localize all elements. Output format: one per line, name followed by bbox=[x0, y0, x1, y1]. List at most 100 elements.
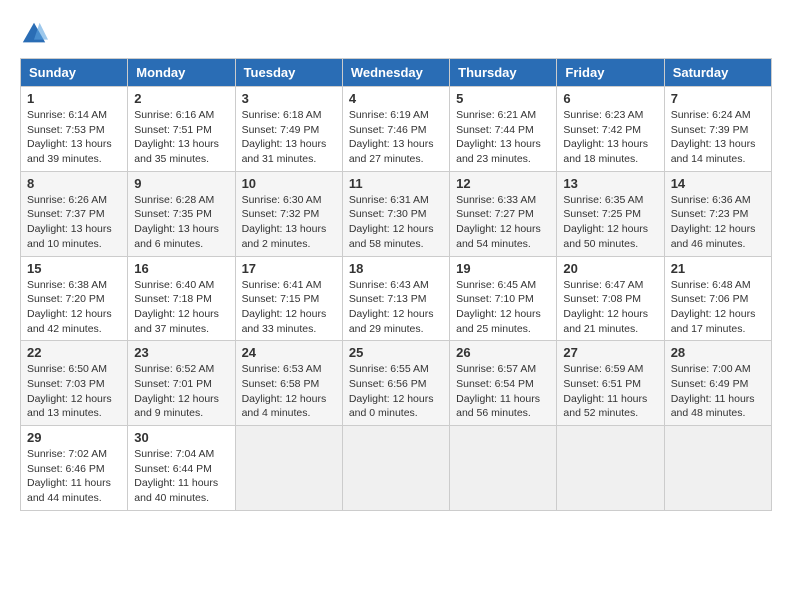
calendar-cell bbox=[342, 426, 449, 511]
column-header-thursday: Thursday bbox=[450, 59, 557, 87]
day-number: 29 bbox=[27, 430, 121, 445]
calendar-cell: 15 Sunrise: 6:38 AMSunset: 7:20 PMDayligh… bbox=[21, 256, 128, 341]
logo bbox=[20, 20, 52, 48]
day-number: 25 bbox=[349, 345, 443, 360]
day-number: 27 bbox=[563, 345, 657, 360]
calendar-cell: 9 Sunrise: 6:28 AMSunset: 7:35 PMDaylight… bbox=[128, 171, 235, 256]
day-info: Sunrise: 6:55 AMSunset: 6:56 PMDaylight:… bbox=[349, 362, 443, 421]
day-info: Sunrise: 6:18 AMSunset: 7:49 PMDaylight:… bbox=[242, 108, 336, 167]
day-info: Sunrise: 6:30 AMSunset: 7:32 PMDaylight:… bbox=[242, 193, 336, 252]
day-info: Sunrise: 7:00 AMSunset: 6:49 PMDaylight:… bbox=[671, 362, 765, 421]
calendar-week-2: 8 Sunrise: 6:26 AMSunset: 7:37 PMDaylight… bbox=[21, 171, 772, 256]
day-number: 26 bbox=[456, 345, 550, 360]
day-number: 2 bbox=[134, 91, 228, 106]
day-number: 21 bbox=[671, 261, 765, 276]
day-number: 22 bbox=[27, 345, 121, 360]
day-number: 24 bbox=[242, 345, 336, 360]
calendar-table: SundayMondayTuesdayWednesdayThursdayFrid… bbox=[20, 58, 772, 511]
day-number: 19 bbox=[456, 261, 550, 276]
calendar-cell: 21 Sunrise: 6:48 AMSunset: 7:06 PMDayligh… bbox=[664, 256, 771, 341]
calendar-cell: 7 Sunrise: 6:24 AMSunset: 7:39 PMDaylight… bbox=[664, 87, 771, 172]
day-info: Sunrise: 6:35 AMSunset: 7:25 PMDaylight:… bbox=[563, 193, 657, 252]
logo-icon bbox=[20, 20, 48, 48]
day-number: 28 bbox=[671, 345, 765, 360]
day-info: Sunrise: 6:33 AMSunset: 7:27 PMDaylight:… bbox=[456, 193, 550, 252]
day-info: Sunrise: 6:19 AMSunset: 7:46 PMDaylight:… bbox=[349, 108, 443, 167]
day-info: Sunrise: 6:26 AMSunset: 7:37 PMDaylight:… bbox=[27, 193, 121, 252]
day-info: Sunrise: 6:23 AMSunset: 7:42 PMDaylight:… bbox=[563, 108, 657, 167]
day-number: 13 bbox=[563, 176, 657, 191]
day-info: Sunrise: 6:47 AMSunset: 7:08 PMDaylight:… bbox=[563, 278, 657, 337]
day-info: Sunrise: 6:24 AMSunset: 7:39 PMDaylight:… bbox=[671, 108, 765, 167]
day-info: Sunrise: 6:59 AMSunset: 6:51 PMDaylight:… bbox=[563, 362, 657, 421]
column-header-tuesday: Tuesday bbox=[235, 59, 342, 87]
calendar-header-row: SundayMondayTuesdayWednesdayThursdayFrid… bbox=[21, 59, 772, 87]
column-header-sunday: Sunday bbox=[21, 59, 128, 87]
day-info: Sunrise: 6:41 AMSunset: 7:15 PMDaylight:… bbox=[242, 278, 336, 337]
day-number: 4 bbox=[349, 91, 443, 106]
day-info: Sunrise: 6:28 AMSunset: 7:35 PMDaylight:… bbox=[134, 193, 228, 252]
day-info: Sunrise: 7:02 AMSunset: 6:46 PMDaylight:… bbox=[27, 447, 121, 506]
column-header-friday: Friday bbox=[557, 59, 664, 87]
calendar-cell bbox=[664, 426, 771, 511]
day-info: Sunrise: 6:43 AMSunset: 7:13 PMDaylight:… bbox=[349, 278, 443, 337]
calendar-week-4: 22 Sunrise: 6:50 AMSunset: 7:03 PMDayligh… bbox=[21, 341, 772, 426]
calendar-cell bbox=[235, 426, 342, 511]
calendar-cell: 3 Sunrise: 6:18 AMSunset: 7:49 PMDaylight… bbox=[235, 87, 342, 172]
day-number: 14 bbox=[671, 176, 765, 191]
day-info: Sunrise: 6:36 AMSunset: 7:23 PMDaylight:… bbox=[671, 193, 765, 252]
day-number: 23 bbox=[134, 345, 228, 360]
day-number: 6 bbox=[563, 91, 657, 106]
calendar-cell bbox=[557, 426, 664, 511]
calendar-cell: 5Sunrise: 6:21 AMSunset: 7:44 PMDaylight… bbox=[450, 87, 557, 172]
day-number: 1 bbox=[27, 91, 121, 106]
calendar-week-3: 15 Sunrise: 6:38 AMSunset: 7:20 PMDayligh… bbox=[21, 256, 772, 341]
calendar-cell: 30Sunrise: 7:04 AMSunset: 6:44 PMDayligh… bbox=[128, 426, 235, 511]
page-header bbox=[20, 20, 772, 48]
calendar-cell: 1 Sunrise: 6:14 AMSunset: 7:53 PMDaylight… bbox=[21, 87, 128, 172]
day-number: 8 bbox=[27, 176, 121, 191]
calendar-cell: 17 Sunrise: 6:41 AMSunset: 7:15 PMDayligh… bbox=[235, 256, 342, 341]
calendar-week-5: 29 Sunrise: 7:02 AMSunset: 6:46 PMDayligh… bbox=[21, 426, 772, 511]
day-number: 17 bbox=[242, 261, 336, 276]
calendar-cell: 22 Sunrise: 6:50 AMSunset: 7:03 PMDayligh… bbox=[21, 341, 128, 426]
calendar-cell: 25 Sunrise: 6:55 AMSunset: 6:56 PMDayligh… bbox=[342, 341, 449, 426]
calendar-cell: 29 Sunrise: 7:02 AMSunset: 6:46 PMDayligh… bbox=[21, 426, 128, 511]
calendar-cell: 18Sunrise: 6:43 AMSunset: 7:13 PMDayligh… bbox=[342, 256, 449, 341]
day-number: 16 bbox=[134, 261, 228, 276]
day-info: Sunrise: 6:48 AMSunset: 7:06 PMDaylight:… bbox=[671, 278, 765, 337]
calendar-week-1: 1 Sunrise: 6:14 AMSunset: 7:53 PMDaylight… bbox=[21, 87, 772, 172]
day-info: Sunrise: 6:38 AMSunset: 7:20 PMDaylight:… bbox=[27, 278, 121, 337]
day-number: 11 bbox=[349, 176, 443, 191]
day-info: Sunrise: 6:52 AMSunset: 7:01 PMDaylight:… bbox=[134, 362, 228, 421]
day-number: 7 bbox=[671, 91, 765, 106]
day-info: Sunrise: 6:31 AMSunset: 7:30 PMDaylight:… bbox=[349, 193, 443, 252]
day-info: Sunrise: 7:04 AMSunset: 6:44 PMDaylight:… bbox=[134, 447, 228, 506]
calendar-cell bbox=[450, 426, 557, 511]
calendar-cell: 13 Sunrise: 6:35 AMSunset: 7:25 PMDayligh… bbox=[557, 171, 664, 256]
day-number: 15 bbox=[27, 261, 121, 276]
day-info: Sunrise: 6:40 AMSunset: 7:18 PMDaylight:… bbox=[134, 278, 228, 337]
day-number: 10 bbox=[242, 176, 336, 191]
day-info: Sunrise: 6:57 AMSunset: 6:54 PMDaylight:… bbox=[456, 362, 550, 421]
calendar-cell: 6 Sunrise: 6:23 AMSunset: 7:42 PMDaylight… bbox=[557, 87, 664, 172]
calendar-cell: 4 Sunrise: 6:19 AMSunset: 7:46 PMDaylight… bbox=[342, 87, 449, 172]
calendar-cell: 24 Sunrise: 6:53 AMSunset: 6:58 PMDayligh… bbox=[235, 341, 342, 426]
day-number: 20 bbox=[563, 261, 657, 276]
day-info: Sunrise: 6:53 AMSunset: 6:58 PMDaylight:… bbox=[242, 362, 336, 421]
day-number: 12 bbox=[456, 176, 550, 191]
calendar-cell: 16 Sunrise: 6:40 AMSunset: 7:18 PMDayligh… bbox=[128, 256, 235, 341]
day-info: Sunrise: 6:50 AMSunset: 7:03 PMDaylight:… bbox=[27, 362, 121, 421]
column-header-monday: Monday bbox=[128, 59, 235, 87]
day-info: Sunrise: 6:21 AMSunset: 7:44 PMDaylight:… bbox=[456, 108, 550, 167]
day-number: 3 bbox=[242, 91, 336, 106]
calendar-cell: 10 Sunrise: 6:30 AMSunset: 7:32 PMDayligh… bbox=[235, 171, 342, 256]
calendar-cell: 20 Sunrise: 6:47 AMSunset: 7:08 PMDayligh… bbox=[557, 256, 664, 341]
calendar-cell: 23 Sunrise: 6:52 AMSunset: 7:01 PMDayligh… bbox=[128, 341, 235, 426]
day-info: Sunrise: 6:45 AMSunset: 7:10 PMDaylight:… bbox=[456, 278, 550, 337]
day-info: Sunrise: 6:14 AMSunset: 7:53 PMDaylight:… bbox=[27, 108, 121, 167]
calendar-cell: 11 Sunrise: 6:31 AMSunset: 7:30 PMDayligh… bbox=[342, 171, 449, 256]
calendar-cell: 8 Sunrise: 6:26 AMSunset: 7:37 PMDaylight… bbox=[21, 171, 128, 256]
day-number: 9 bbox=[134, 176, 228, 191]
day-info: Sunrise: 6:16 AMSunset: 7:51 PMDaylight:… bbox=[134, 108, 228, 167]
